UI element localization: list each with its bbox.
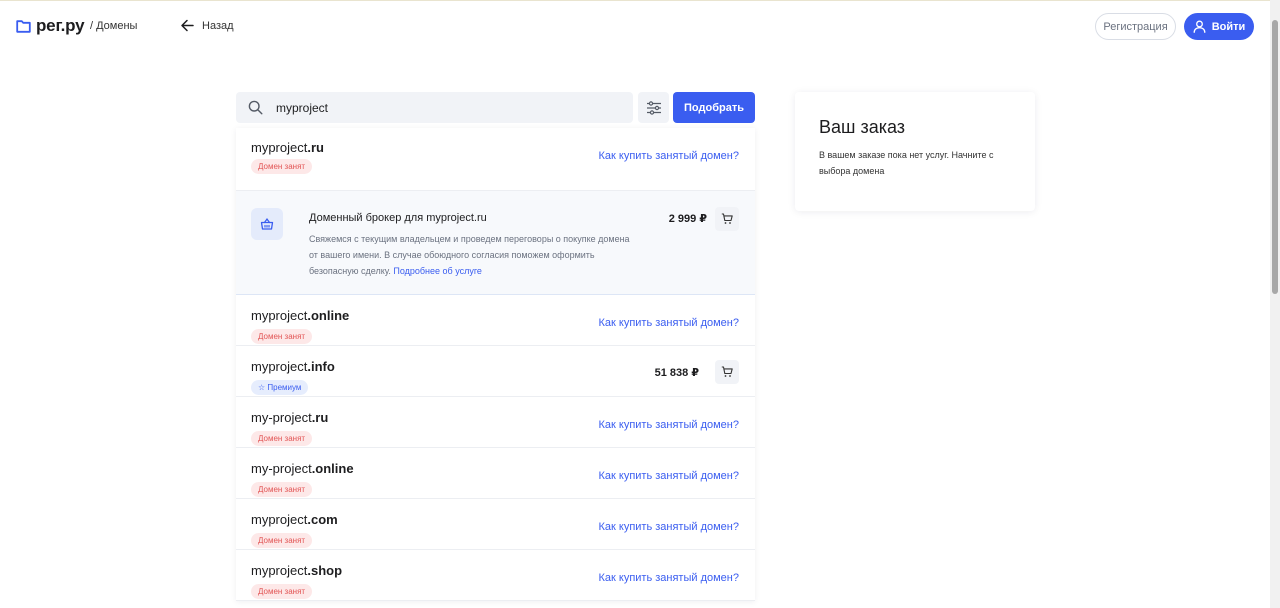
domain-price: 51 838 ₽: [654, 367, 699, 379]
status-badge: Домен занят: [251, 584, 313, 599]
pick-button[interactable]: Подобрать: [673, 92, 755, 123]
order-title: Ваш заказ: [819, 117, 906, 137]
domain-name: myproject.shop: [251, 563, 343, 578]
broker-description: Свяжемся с текущим владельцем и проведем…: [309, 234, 630, 276]
status-badge: Домен занят: [251, 482, 313, 497]
arrow-left-icon: [181, 19, 194, 32]
buy-taken-domain-link[interactable]: Как купить занятый домен?: [598, 150, 739, 162]
result-row[interactable]: myproject.info ☆ Премиум 51 838 ₽: [236, 346, 755, 397]
broker-price: 2 999 ₽: [668, 213, 707, 225]
order-empty-text: В вашем заказе пока нет услуг. Начните с…: [819, 150, 994, 176]
domain-name: myproject.online: [251, 308, 350, 323]
result-row[interactable]: my-project.online Домен занят Как купить…: [236, 448, 755, 499]
status-badge: Домен занят: [251, 533, 313, 548]
filter-button[interactable]: [638, 92, 669, 123]
results-list: myproject.ru Домен занят Как купить заня…: [236, 128, 755, 601]
status-badge: Домен занят: [251, 159, 313, 174]
result-row[interactable]: myproject.com Домен занят Как купить зан…: [236, 499, 755, 550]
logo-text: рег.ру: [36, 16, 85, 35]
add-to-cart-button[interactable]: [715, 360, 739, 384]
broker-offer: Доменный брокер для myproject.ru Свяжемс…: [236, 191, 755, 295]
domain-name: myproject.info: [251, 359, 335, 374]
back-label: Назад: [202, 19, 234, 32]
broker-icon: [251, 208, 283, 240]
star-icon: ☆: [258, 383, 268, 392]
cart-icon: [721, 213, 733, 224]
broker-title: Доменный брокер для myproject.ru: [309, 212, 487, 224]
status-badge: Домен занят: [251, 431, 313, 446]
domain-name: myproject.ru: [251, 140, 324, 155]
result-row[interactable]: my-project.ru Домен занят Как купить зан…: [236, 397, 755, 448]
back-button[interactable]: Назад: [180, 18, 234, 33]
folder-logo-icon: [16, 19, 31, 33]
breadcrumb[interactable]: / Домены: [90, 20, 137, 32]
premium-badge: ☆ Премиум: [251, 380, 309, 395]
basket-icon: [260, 217, 274, 230]
buy-taken-domain-link[interactable]: Как купить занятый домен?: [598, 317, 739, 329]
scrollbar[interactable]: [1270, 0, 1280, 608]
domain-name: my-project.ru: [251, 410, 329, 425]
login-label: Войти: [1211, 20, 1246, 33]
buy-taken-domain-link[interactable]: Как купить занятый домен?: [598, 572, 739, 584]
search-icon: [248, 100, 263, 115]
status-badge: Домен занят: [251, 329, 313, 344]
login-button[interactable]: Войти: [1184, 13, 1254, 40]
sliders-icon: [646, 100, 661, 115]
logo[interactable]: рег.ру: [16, 16, 85, 36]
result-row[interactable]: myproject.ru Домен занят Как купить заня…: [236, 128, 755, 191]
result-row[interactable]: myproject.shop Домен занят Как купить за…: [236, 550, 755, 601]
order-panel: Ваш заказ В вашем заказе пока нет услуг.…: [795, 92, 1035, 211]
scrollbar-thumb[interactable]: [1272, 20, 1278, 294]
search-input[interactable]: [276, 100, 596, 115]
domain-name: my-project.online: [251, 461, 354, 476]
result-row[interactable]: myproject.online Домен занят Как купить …: [236, 295, 755, 346]
buy-taken-domain-link[interactable]: Как купить занятый домен?: [598, 521, 739, 533]
broker-more-link[interactable]: Подробнее об услуге: [393, 266, 482, 276]
buy-taken-domain-link[interactable]: Как купить занятый домен?: [598, 470, 739, 482]
cart-icon: [721, 366, 733, 377]
add-to-cart-button[interactable]: [715, 207, 739, 231]
user-icon: [1193, 20, 1206, 33]
search-box: [236, 92, 633, 123]
register-button[interactable]: Регистрация: [1095, 13, 1176, 40]
header: рег.ру / Домены Назад Регистрация Войти: [0, 1, 1270, 51]
buy-taken-domain-link[interactable]: Как купить занятый домен?: [598, 419, 739, 431]
domain-name: myproject.com: [251, 512, 338, 527]
